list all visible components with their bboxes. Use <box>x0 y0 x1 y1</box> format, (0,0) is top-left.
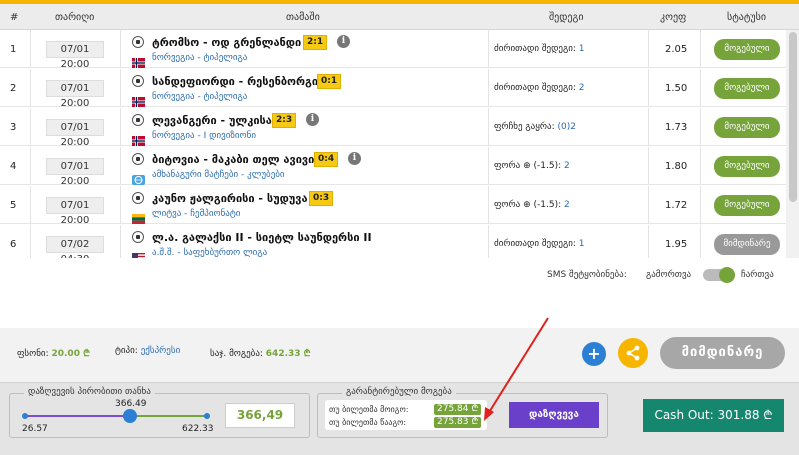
red-arrow-annotation <box>484 317 549 421</box>
